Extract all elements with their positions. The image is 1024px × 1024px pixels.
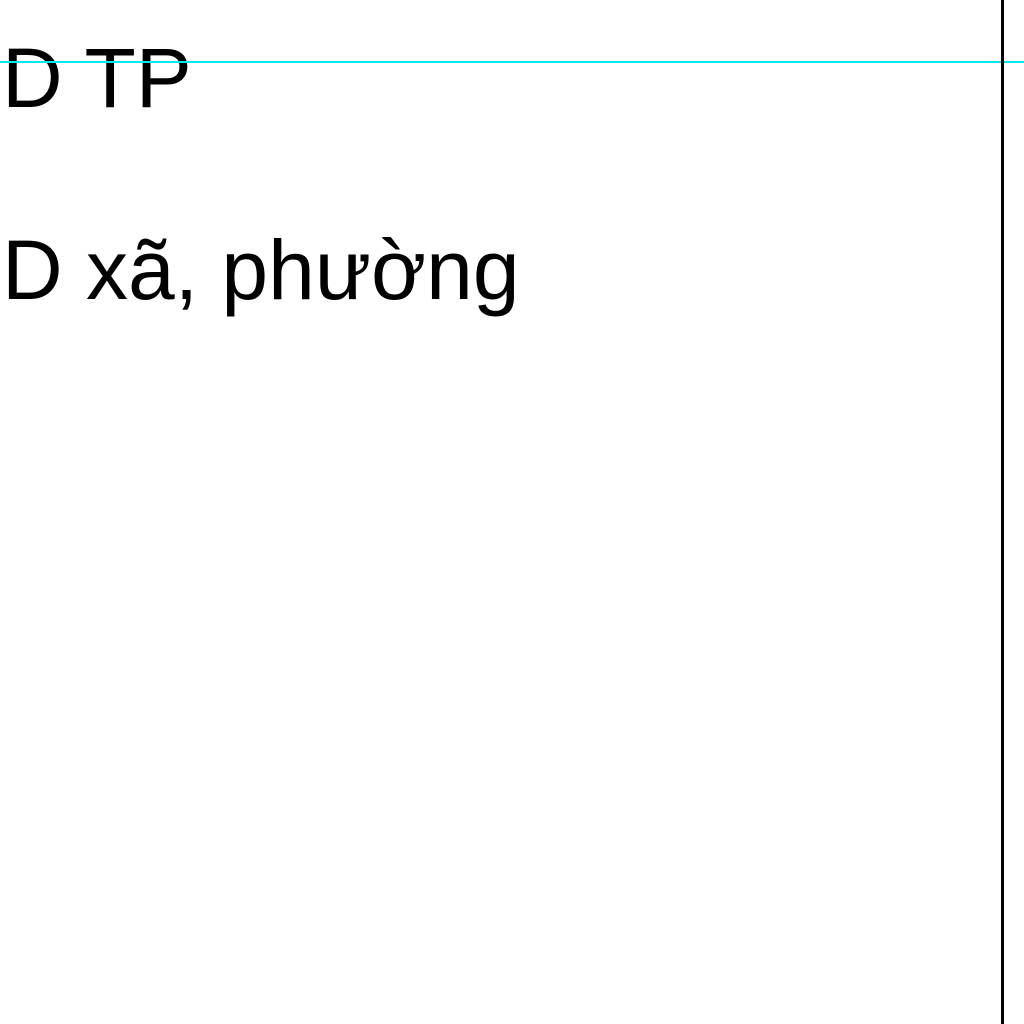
cyan-guide-line <box>0 61 1024 63</box>
label-tp: D TP <box>2 31 192 125</box>
label-xa-phuong: D xã, phường <box>2 223 520 317</box>
vertical-border-line <box>1001 0 1004 1024</box>
